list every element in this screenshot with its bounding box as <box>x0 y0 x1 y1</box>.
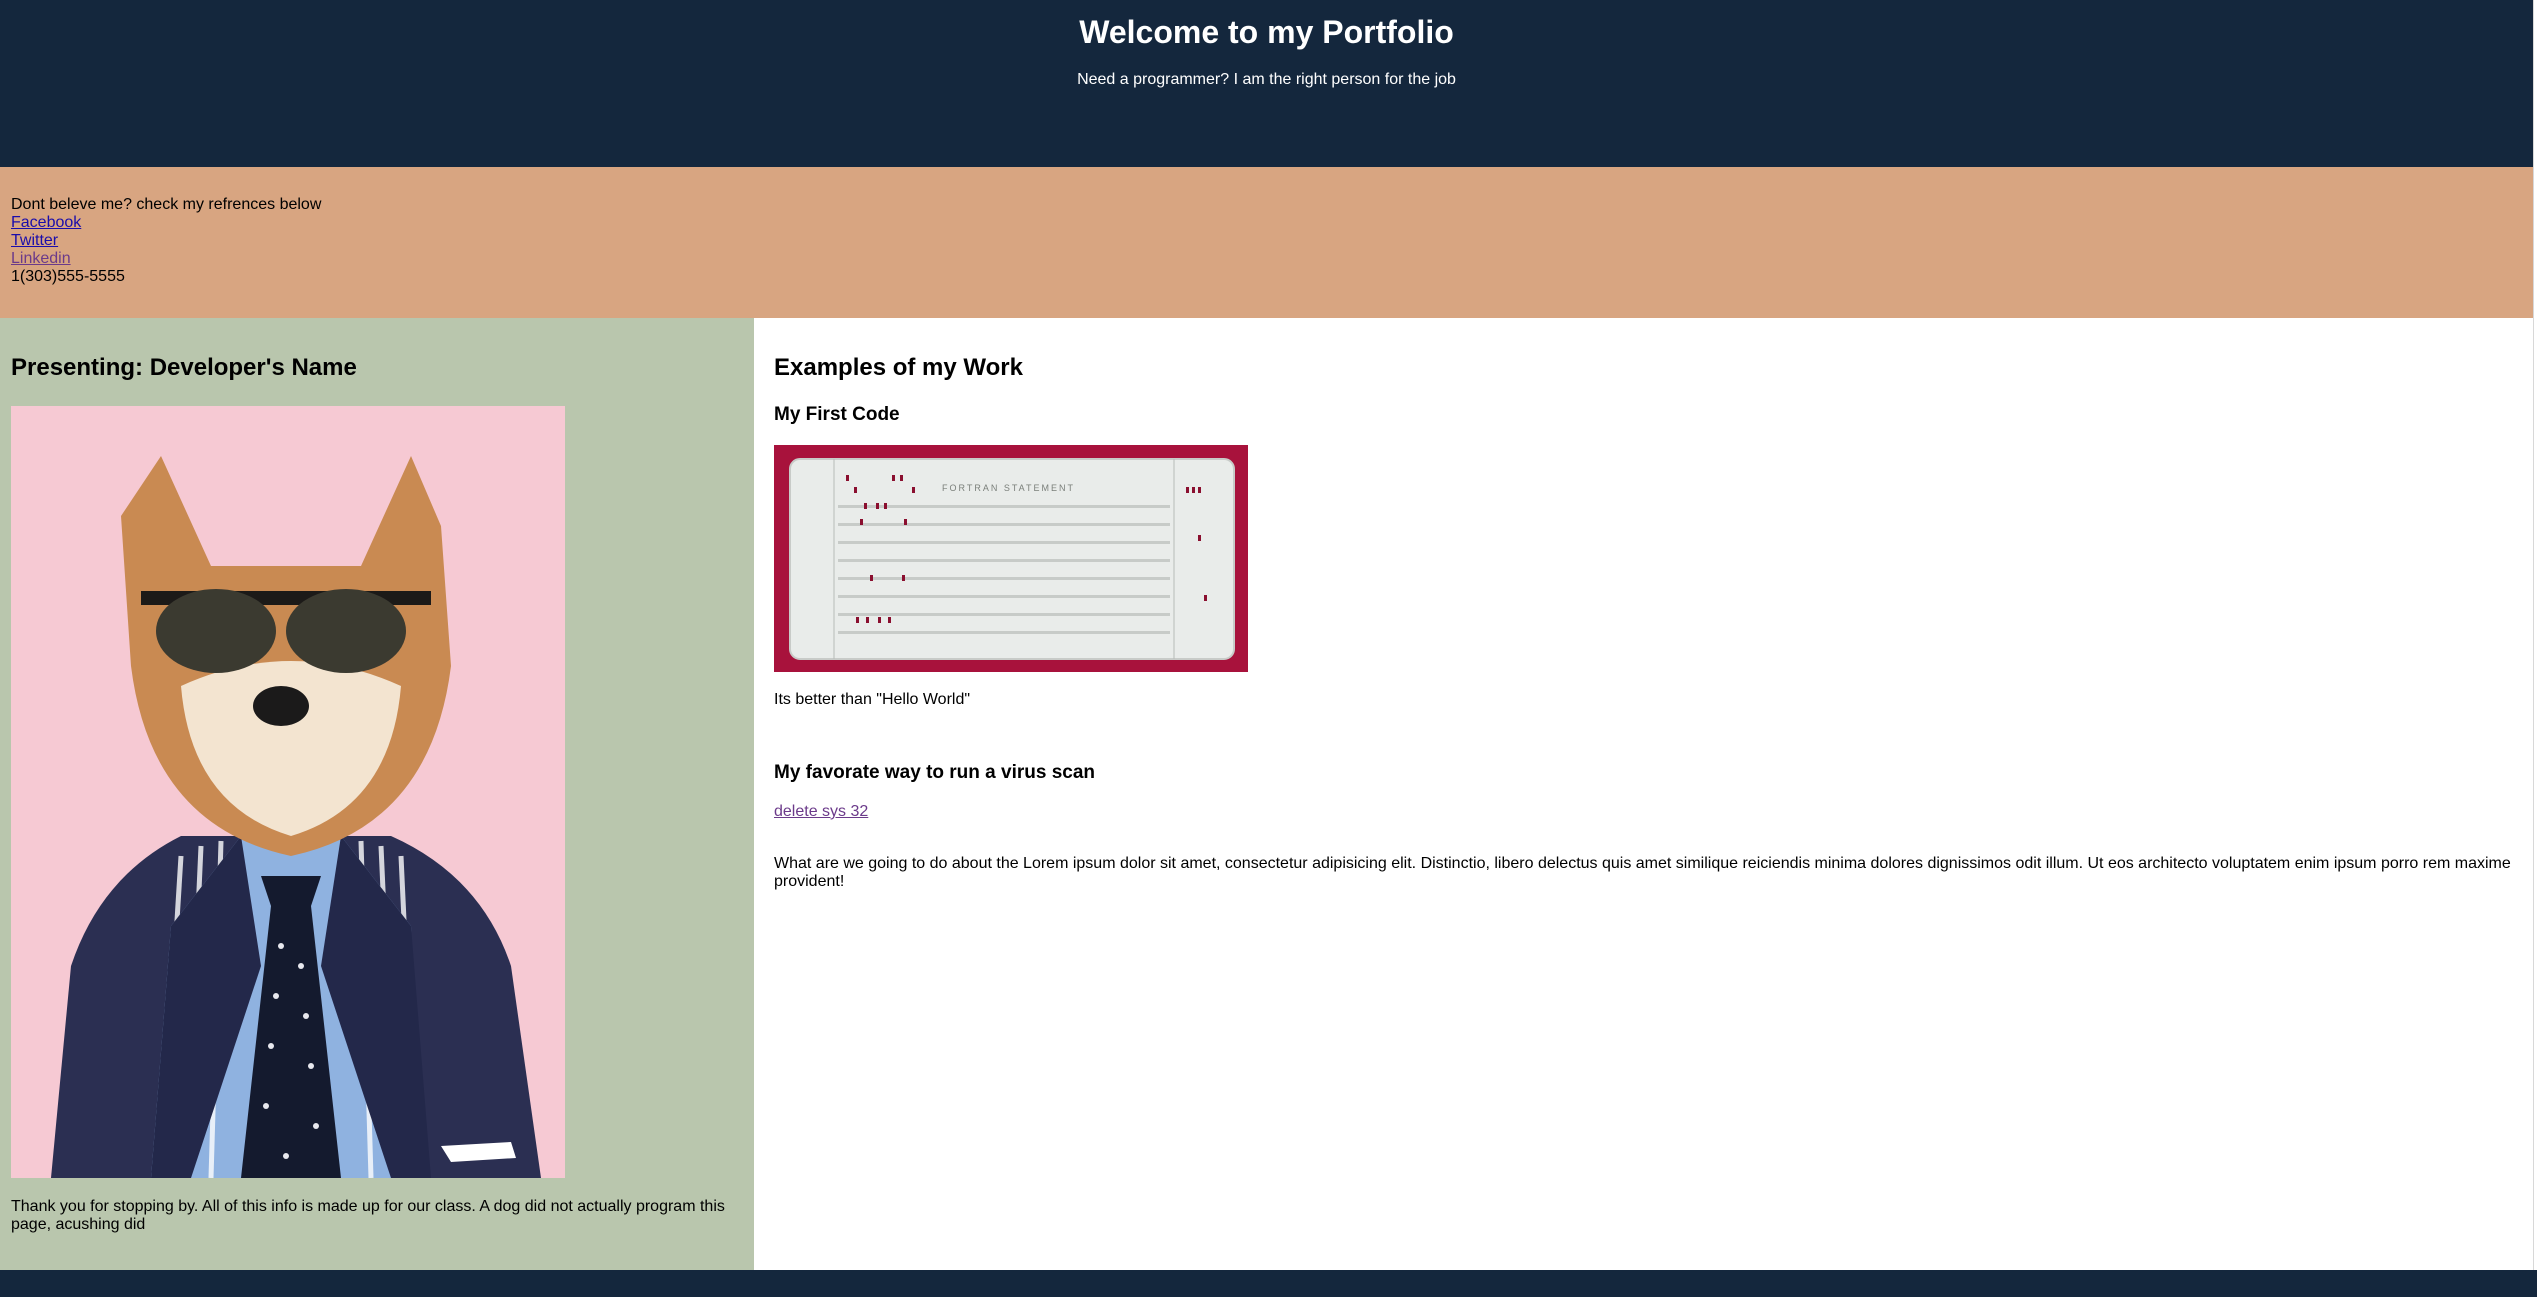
site-header: Welcome to my Portfolio Need a programme… <box>0 0 2533 167</box>
phone-number: 1(303)555-5555 <box>11 268 125 285</box>
work-section: Examples of my Work My First Code FORTRA… <box>754 318 2533 1270</box>
scrollbar-track[interactable] <box>2533 0 2534 1270</box>
profile-heading: Presenting: Developer's Name <box>11 354 357 381</box>
dog-photo-illustration <box>11 406 565 1178</box>
profile-caption: Thank you for stopping by. All of this i… <box>11 1198 725 1233</box>
punch-card-label: FORTRAN STATEMENT <box>942 483 1075 493</box>
profile-section: Presenting: Developer's Name Thank you f… <box>0 318 754 1270</box>
dog-in-suit-photo <box>11 406 565 1178</box>
references-section: Dont beleve me? check my refrences below… <box>0 167 2533 318</box>
punch-card-illustration: FORTRAN STATEMENT <box>774 445 1248 672</box>
page-subtitle: Need a programmer? I am the right person… <box>1077 71 1456 88</box>
work-item1-caption: Its better than "Hello World" <box>774 691 971 708</box>
delete-sys32-image-link[interactable]: delete sys 32 <box>774 803 868 821</box>
work-item1-title: My First Code <box>774 404 900 425</box>
twitter-link[interactable]: Twitter <box>11 232 321 250</box>
references-intro: Dont beleve me? check my refrences below <box>11 196 322 213</box>
punch-card-photo: FORTRAN STATEMENT <box>774 445 1248 672</box>
page-title: Welcome to my Portfolio <box>1079 14 1454 50</box>
linkedin-link[interactable]: Linkedin <box>11 250 321 268</box>
facebook-link[interactable]: Facebook <box>11 214 321 232</box>
work-item2-caption: What are we going to do about the Lorem … <box>774 855 2511 890</box>
work-heading: Examples of my Work <box>774 354 1023 381</box>
site-footer <box>0 1270 2537 1297</box>
work-item2-title: My favorate way to run a virus scan <box>774 762 1096 783</box>
